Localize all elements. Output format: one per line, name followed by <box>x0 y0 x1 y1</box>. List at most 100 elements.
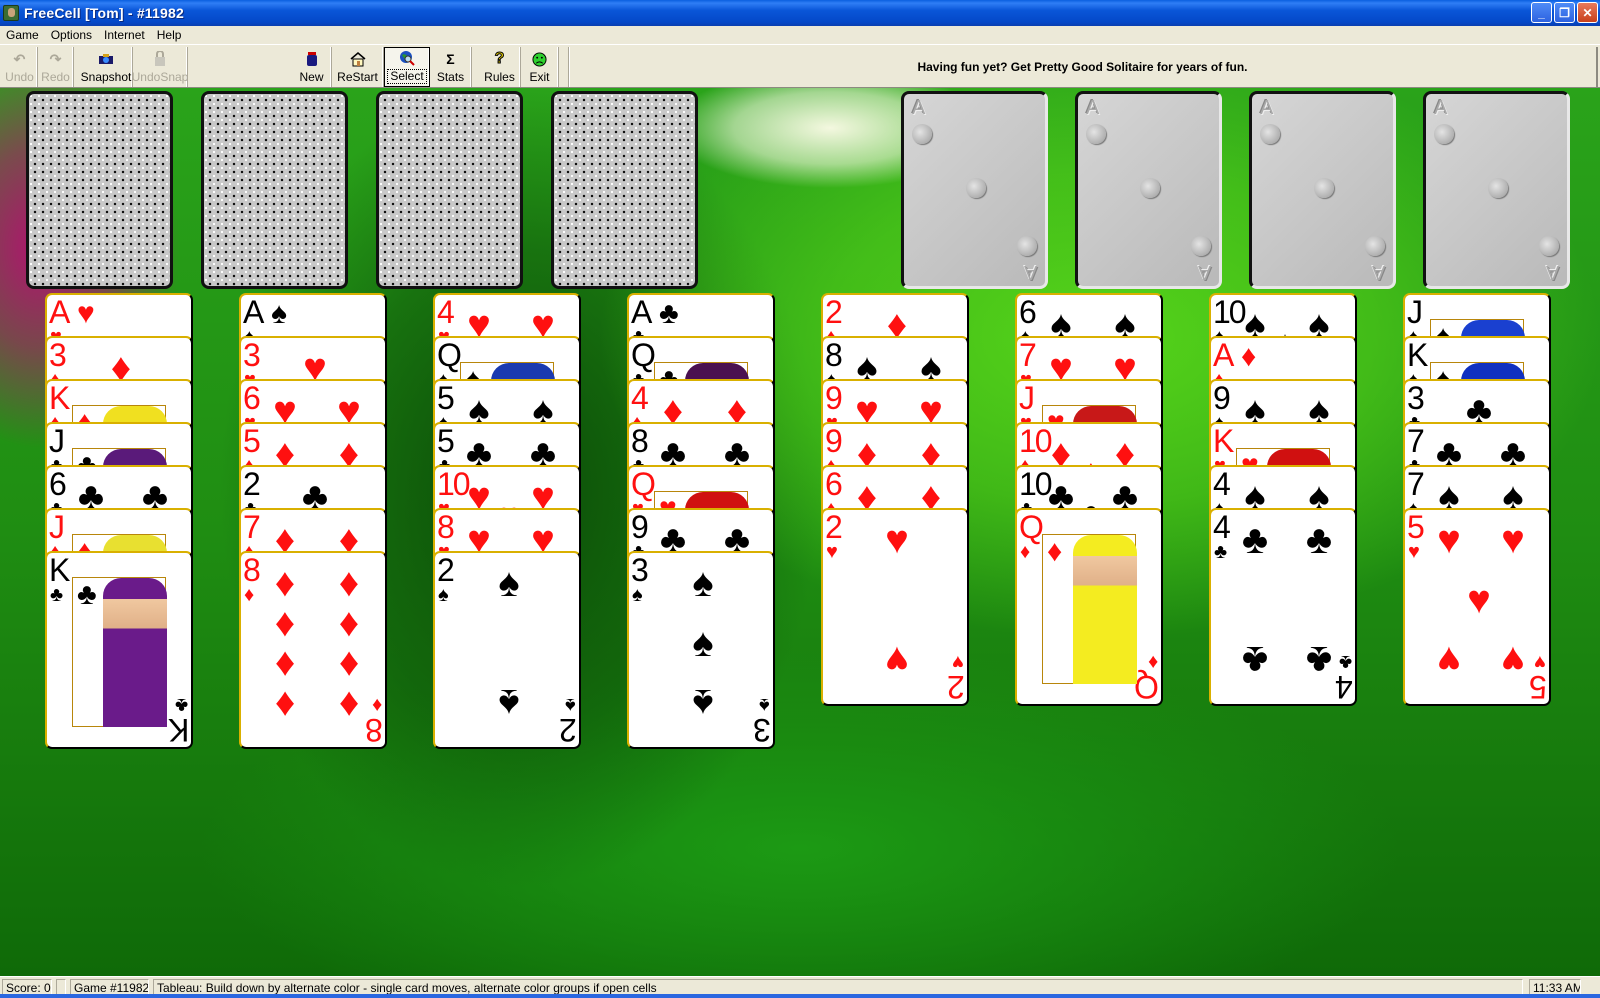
card-rank: Q <box>631 466 656 502</box>
portrait-figure <box>1073 535 1137 684</box>
card-rank: 9 <box>1213 380 1231 416</box>
spade-icon: ♠ <box>498 681 520 725</box>
card-rank: 5 <box>437 380 455 416</box>
free-cell[interactable] <box>551 91 698 289</box>
club-icon: ♣ <box>659 297 679 330</box>
restore-icon: ❐ <box>1559 5 1570 20</box>
card-rank: Q <box>1136 669 1159 705</box>
menu-options[interactable]: Options <box>45 28 98 42</box>
minimize-icon: _ <box>1538 5 1545 20</box>
card-rank: 2 <box>243 466 261 502</box>
club-icon: ♣ <box>1214 541 1228 563</box>
card-rank: Q <box>631 337 656 373</box>
heart-icon: ♥ <box>885 518 909 562</box>
globe-magnifier-icon <box>398 50 416 66</box>
playing-card[interactable]: K ♣ K ♣ ♣ <box>45 551 193 749</box>
card-rank: Q <box>1019 509 1044 545</box>
club-icon: ♣ <box>50 584 64 606</box>
heart-icon: ♥ <box>1408 541 1420 563</box>
rules-button[interactable]: ? Rules <box>479 47 521 87</box>
playing-card[interactable]: 4 ♣ 4 ♣ ♣ ♣ ♣ ♣ <box>1209 508 1357 706</box>
menu-help[interactable]: Help <box>151 28 188 42</box>
foundation-pile[interactable]: AA <box>901 91 1048 289</box>
suit-placeholder-icon <box>1365 236 1385 256</box>
undo-button[interactable]: ↶ Undo <box>2 47 38 87</box>
free-cell[interactable] <box>376 91 523 289</box>
card-rank: J <box>49 509 65 545</box>
ad-banner[interactable]: Having fun yet? Get Pretty Good Solitair… <box>568 47 1598 87</box>
diamond-icon: ♦ <box>274 683 296 727</box>
club-icon: ♣ <box>1305 638 1333 682</box>
exit-button[interactable]: Exit <box>521 47 559 87</box>
menu-game[interactable]: Game <box>0 28 45 42</box>
card-rank: 5 <box>1407 509 1425 545</box>
foundation-placeholder-label: A <box>1434 97 1448 119</box>
club-icon: ♣ <box>174 694 188 716</box>
face-card-portrait: ♦ <box>1042 534 1137 684</box>
card-rank: A <box>631 294 652 330</box>
suit-placeholder-icon <box>912 124 932 144</box>
new-game-jar-icon <box>303 51 321 67</box>
redo-button[interactable]: ↷ Redo <box>38 47 74 87</box>
heart-icon: ♥ <box>1534 651 1546 673</box>
heart-icon: ♥ <box>885 638 909 682</box>
playing-card[interactable]: Q ♦ Q ♦ ♦ <box>1015 508 1163 706</box>
playing-card[interactable]: 2 ♠ 2 ♠ ♠ ♠ <box>433 551 581 749</box>
card-rank: 8 <box>243 552 261 588</box>
stats-button[interactable]: Σ Stats <box>430 47 472 87</box>
card-rank: 9 <box>825 380 843 416</box>
suit-placeholder-icon <box>1086 124 1106 144</box>
new-game-button[interactable]: New <box>292 47 332 87</box>
card-rank: 2 <box>825 509 843 545</box>
restore-button[interactable]: ❐ <box>1554 2 1575 23</box>
card-rank: 4 <box>1213 509 1231 545</box>
heart-icon: ♥ <box>952 651 964 673</box>
playing-card[interactable]: 3 ♠ 3 ♠ ♠ ♠ ♠ <box>627 551 775 749</box>
playing-card[interactable]: 8 ♦ 8 ♦ ♦ ♦ ♦ ♦ ♦ ♦ ♦ ♦ <box>239 551 387 749</box>
card-rank: 8 <box>825 337 843 373</box>
card-rank: 3 <box>243 337 261 373</box>
suit-placeholder-icon <box>1260 124 1280 144</box>
playing-card[interactable]: 5 ♥ 5 ♥ ♥ ♥ ♥ ♥ ♥ <box>1403 508 1551 706</box>
face-card-portrait: ♣ <box>72 577 167 727</box>
card-rank: 3 <box>755 712 771 748</box>
heart-icon: ♥ <box>826 541 838 563</box>
card-rank: 7 <box>1407 466 1425 502</box>
card-rank: A <box>49 294 70 330</box>
free-cell[interactable] <box>26 91 173 289</box>
foundation-placeholder-label: A <box>1545 261 1559 283</box>
diamond-icon: ♦ <box>274 561 296 605</box>
card-rank: 6 <box>49 466 67 502</box>
undosnap-button[interactable]: UndoSnap <box>132 47 188 87</box>
foundation-pile[interactable]: AA <box>1423 91 1570 289</box>
snapshot-button[interactable]: Snapshot <box>80 47 133 87</box>
restart-button[interactable]: ReStart <box>332 47 384 87</box>
card-rank: K <box>169 712 189 748</box>
heart-icon: ♥ <box>1437 638 1461 682</box>
foundation-pile[interactable]: AA <box>1249 91 1396 289</box>
diamond-icon: ♦ <box>274 601 296 645</box>
free-cell[interactable] <box>201 91 348 289</box>
playing-card[interactable]: 2 ♥ 2 ♥ ♥ ♥ <box>821 508 969 706</box>
minimize-button[interactable]: _ <box>1531 2 1552 23</box>
select-game-button[interactable]: Select <box>384 47 430 87</box>
card-rank: 6 <box>243 380 261 416</box>
card-rank: J <box>1019 380 1035 416</box>
foundation-placeholder-label: A <box>912 97 926 119</box>
heart-icon: ♥ <box>1501 638 1525 682</box>
card-rank: 8 <box>631 423 649 459</box>
camera-icon <box>97 51 115 67</box>
suit-placeholder-icon <box>1191 236 1211 256</box>
diamond-icon: ♦ <box>274 643 296 687</box>
close-button[interactable]: ✕ <box>1577 2 1598 23</box>
card-rank: 3 <box>631 552 649 588</box>
card-rank: 4 <box>1213 466 1231 502</box>
menu-internet[interactable]: Internet <box>98 28 151 42</box>
spade-icon: ♠ <box>271 297 287 330</box>
app-icon[interactable] <box>3 5 19 21</box>
card-rank: K <box>1407 337 1428 373</box>
card-rank: 7 <box>1019 337 1037 373</box>
heart-icon: ♥ <box>1437 518 1461 562</box>
suit-placeholder-icon <box>966 178 986 198</box>
foundation-pile[interactable]: AA <box>1075 91 1222 289</box>
